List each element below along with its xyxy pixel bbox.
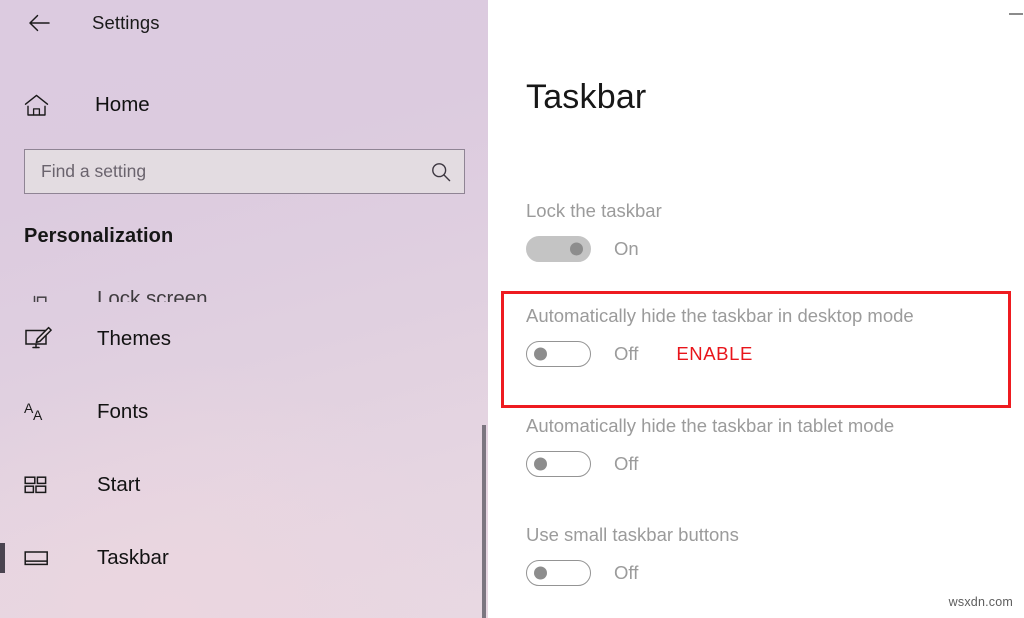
window-title: Settings [92,12,160,33]
sidebar-scrollbar-thumb[interactable] [482,425,486,618]
sidebar-scrollbar[interactable] [482,0,487,618]
start-icon [24,474,56,496]
taskbar-icon [24,547,56,569]
sidebar-item-fonts[interactable]: A A Fonts [0,375,488,448]
sidebar-nav-list: Lock screen Themes A A Fonts Start Taskb… [0,262,488,594]
sidebar-item-home-label: Home [95,93,150,116]
home-icon [24,94,54,117]
setting-label: Lock the taskbar [526,200,662,221]
toggle-autohide-desktop-mode[interactable] [526,341,591,367]
setting-autohide-tablet-mode: Automatically hide the taskbar in tablet… [526,415,996,477]
svg-text:A: A [33,407,43,423]
setting-autohide-desktop-mode: Automatically hide the taskbar in deskto… [526,305,996,367]
toggle-state-label: Off [614,343,639,364]
search-box[interactable] [24,149,465,194]
toggle-row: Off [526,560,996,586]
enable-annotation: ENABLE [676,343,753,364]
settings-window: Settings Home Find a setting Personaliza… [0,0,1024,618]
toggle-row: On [526,236,996,262]
toggle-knob [570,242,583,256]
toggle-knob [534,347,547,361]
setting-lock-the-taskbar: Lock the taskbar On [526,200,996,262]
toggle-state-label: On [614,238,639,259]
sidebar-item-themes-label: Themes [97,326,172,350]
toggle-knob [534,566,547,580]
lock-screen-icon [24,289,56,302]
sidebar-item-themes[interactable]: Themes [0,302,488,375]
toggle-state-label: Off [614,453,639,474]
sidebar-item-lock-screen[interactable]: Lock screen [0,262,488,302]
sidebar-item-start-label: Start [97,472,141,496]
toggle-row: Off [526,451,996,477]
sidebar-item-taskbar[interactable]: Taskbar [0,521,488,594]
sidebar: Settings Home Find a setting Personaliza… [0,0,488,618]
main-content: Taskbar Lock the taskbar On Automaticall… [488,0,1024,618]
sidebar-section-heading: Personalization [24,225,174,247]
sidebar-item-taskbar-label: Taskbar [97,545,169,569]
titlebar: Settings [0,0,488,46]
themes-icon [24,326,56,352]
sidebar-item-fonts-label: Fonts [97,399,149,423]
toggle-small-taskbar-buttons[interactable] [526,560,591,586]
toggle-row: Off ENABLE [526,341,996,367]
setting-label: Automatically hide the taskbar in tablet… [526,415,895,436]
toggle-knob [534,457,547,471]
toggle-lock-the-taskbar[interactable] [526,236,591,262]
setting-small-taskbar-buttons: Use small taskbar buttons Off [526,524,996,586]
sidebar-item-lock-screen-label: Lock screen [97,287,208,302]
sidebar-item-home[interactable]: Home [0,83,488,127]
back-arrow-icon[interactable] [24,8,54,38]
fonts-icon: A A [24,400,56,424]
watermark: wsxdn.com [948,595,1013,609]
setting-label: Use small taskbar buttons [526,524,739,545]
search-input[interactable] [41,161,430,182]
page-title: Taskbar [526,78,647,116]
search-icon[interactable] [430,161,452,183]
sidebar-item-start[interactable]: Start [0,448,488,521]
toggle-autohide-tablet-mode[interactable] [526,451,591,477]
setting-label: Automatically hide the taskbar in deskto… [526,305,914,326]
toggle-state-label: Off [614,562,639,583]
minimize-icon[interactable] [1009,13,1023,15]
